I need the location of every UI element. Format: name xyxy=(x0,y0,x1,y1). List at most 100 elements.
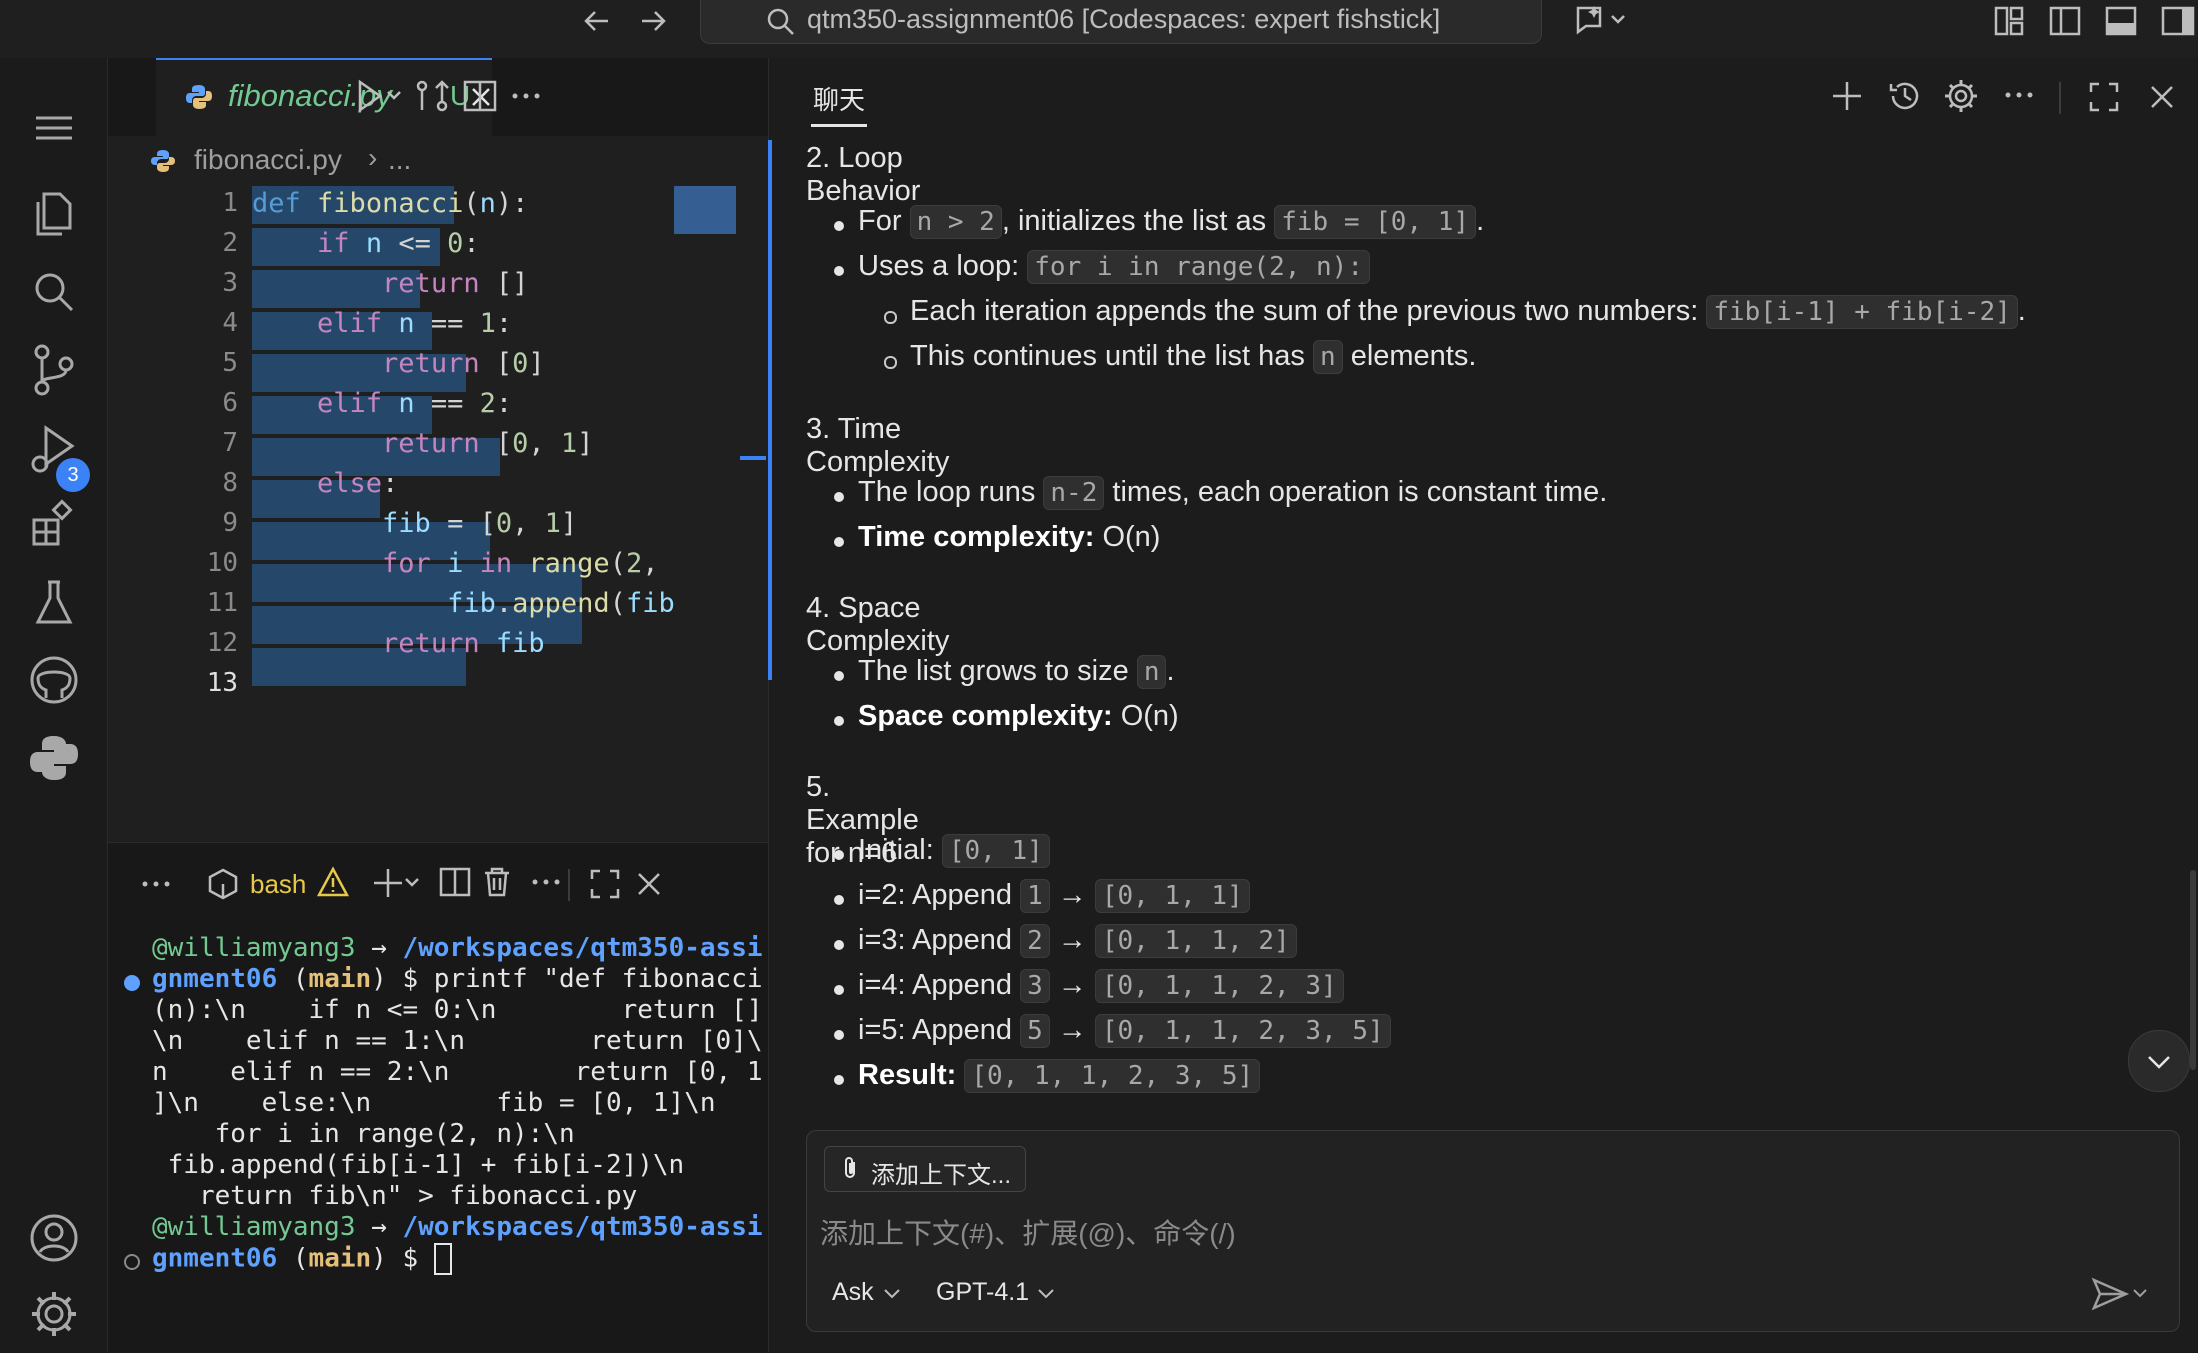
line-number: 10 xyxy=(206,548,238,578)
maximize-panel-icon[interactable] xyxy=(588,867,622,901)
scrollbar-thumb[interactable] xyxy=(2190,870,2196,1070)
bullet xyxy=(834,716,844,726)
divider xyxy=(2059,82,2061,114)
line-number: 2 xyxy=(222,228,238,258)
scroll-to-bottom-button[interactable] xyxy=(2128,1030,2190,1092)
section-heading: 2. Loop Behavior xyxy=(806,142,921,207)
github-icon[interactable] xyxy=(24,650,84,710)
search-icon[interactable] xyxy=(24,262,84,322)
copilot-icon[interactable] xyxy=(1572,2,1632,38)
new-terminal-icon[interactable] xyxy=(370,865,420,901)
mode-picker[interactable]: Ask xyxy=(832,1276,906,1312)
settings-gear-icon[interactable] xyxy=(24,1284,84,1344)
trash-icon[interactable] xyxy=(480,865,514,899)
more-actions-icon[interactable] xyxy=(528,867,564,897)
line-number: 3 xyxy=(222,268,238,298)
code-line: else: xyxy=(317,468,399,499)
explorer-icon[interactable] xyxy=(24,184,84,244)
more-icon[interactable] xyxy=(138,869,174,899)
command-pending-dot xyxy=(124,1254,140,1270)
code-line: elif n == 2: xyxy=(317,388,513,419)
split-terminal-icon[interactable] xyxy=(438,865,472,899)
terminal-panel[interactable]: bash @williamyang3 → /workspaces/qtm350-… xyxy=(108,842,768,1353)
close-icon[interactable] xyxy=(2147,82,2177,112)
chevron-down-icon xyxy=(884,1289,900,1299)
terminal-line: for i in range(2, n):\n xyxy=(152,1119,575,1149)
bullet-text: i=3: Append 2 → [0, 1, 1, 2] xyxy=(858,924,1297,958)
terminal-line: gnment06 (main) $ printf "def fibonacci xyxy=(152,964,763,994)
bullet xyxy=(834,1030,844,1040)
more-actions-icon[interactable] xyxy=(508,78,544,114)
python-file-icon xyxy=(151,150,175,172)
terminal-line: n elif n == 2:\n return [0, 1 xyxy=(152,1057,763,1087)
paperclip-icon xyxy=(845,1157,855,1178)
back-arrow-icon[interactable] xyxy=(580,4,614,38)
command-center-search[interactable]: qtm350-assignment06 [Codespaces: expert … xyxy=(700,0,1542,44)
activity-bar: 3 xyxy=(0,58,108,1352)
minimap[interactable] xyxy=(674,186,736,234)
bullet-text: The loop runs n-2 times, each operation … xyxy=(858,476,1608,510)
model-picker[interactable]: GPT-4.1 xyxy=(936,1276,1066,1312)
code-line: if n <= 0: xyxy=(317,228,480,259)
line-number: 6 xyxy=(222,388,238,418)
editor-tab-bar: fibonacci.py U xyxy=(108,58,768,137)
terminal-line: fib.append(fib[i-1] + fib[i-2])\n xyxy=(152,1150,685,1180)
code-line: fib.append(fib xyxy=(447,588,675,619)
open-changes-icon[interactable] xyxy=(414,78,450,114)
terminal-line: (n):\n if n <= 0:\n return [] xyxy=(152,995,763,1025)
divider xyxy=(568,869,570,901)
forward-arrow-icon[interactable] xyxy=(636,4,670,38)
run-and-debug-icon[interactable] xyxy=(24,418,84,478)
code-line: def fibonacci(n): xyxy=(252,188,529,219)
chat-input-placeholder[interactable]: 添加上下文(#)、扩展(@)、命令(/) xyxy=(820,1212,1236,1252)
line-number: 5 xyxy=(222,348,238,378)
code-line: return [] xyxy=(382,268,529,299)
section-heading: 4. Space Complexity xyxy=(806,592,950,657)
breadcrumb-file[interactable]: fibonacci.py xyxy=(194,144,342,176)
line-number: 1 xyxy=(222,188,238,218)
bullet-text: Time complexity: O(n) xyxy=(858,521,1161,553)
extensions-icon[interactable] xyxy=(24,494,84,554)
add-context-button[interactable]: 添加上下文... xyxy=(824,1146,1026,1192)
title-bar: qtm350-assignment06 [Codespaces: expert … xyxy=(0,0,2198,59)
line-number: 12 xyxy=(206,628,238,658)
send-icon[interactable] xyxy=(2090,1274,2154,1314)
chat-tab-label[interactable]: 聊天 xyxy=(813,80,865,117)
python-icon[interactable] xyxy=(24,728,84,788)
code-area[interactable]: 1 2 3 4 5 6 7 8 9 10 11 12 13 def fibona… xyxy=(108,186,768,706)
source-control-icon[interactable] xyxy=(24,340,84,400)
split-editor-icon[interactable] xyxy=(462,78,498,114)
sub-bullet-text: Each iteration appends the sum of the pr… xyxy=(910,295,2026,329)
run-python-file-icon[interactable] xyxy=(354,78,404,114)
customize-layout-icon[interactable] xyxy=(1992,4,2026,38)
scroll-indicator xyxy=(740,456,766,460)
command-success-dot[interactable] xyxy=(124,975,140,991)
breadcrumb-more[interactable]: ... xyxy=(388,144,411,176)
accounts-icon[interactable] xyxy=(24,1208,84,1268)
bullet-text: Uses a loop: for i in range(2, n): xyxy=(858,250,1370,284)
shell-label[interactable]: bash xyxy=(250,869,306,900)
bullet xyxy=(834,1075,844,1085)
mode-label: Ask xyxy=(832,1278,874,1306)
sub-bullet xyxy=(884,356,897,369)
menu-icon[interactable] xyxy=(24,98,84,158)
chevron-down-icon xyxy=(1038,1289,1054,1299)
sub-bullet-text: This continues until the list has n elem… xyxy=(910,340,1477,374)
history-icon[interactable] xyxy=(1887,78,1923,114)
more-actions-icon[interactable] xyxy=(2001,80,2037,110)
line-number: 9 xyxy=(222,508,238,538)
bullet-text: Space complexity: O(n) xyxy=(858,700,1179,732)
testing-flask-icon[interactable] xyxy=(24,572,84,632)
maximize-icon[interactable] xyxy=(2087,80,2121,114)
bullet xyxy=(834,221,844,231)
toggle-primary-sidebar-icon[interactable] xyxy=(2048,4,2082,38)
toggle-secondary-sidebar-icon[interactable] xyxy=(2160,4,2198,38)
code-line: return [0, 1] xyxy=(382,428,594,459)
response-indicator-bar xyxy=(768,140,772,680)
new-chat-icon[interactable] xyxy=(1829,78,1865,114)
settings-gear-icon[interactable] xyxy=(1943,78,1979,114)
close-panel-icon[interactable] xyxy=(634,869,664,899)
toggle-panel-icon[interactable] xyxy=(2104,4,2138,38)
bullet xyxy=(834,895,844,905)
bullet xyxy=(834,492,844,502)
